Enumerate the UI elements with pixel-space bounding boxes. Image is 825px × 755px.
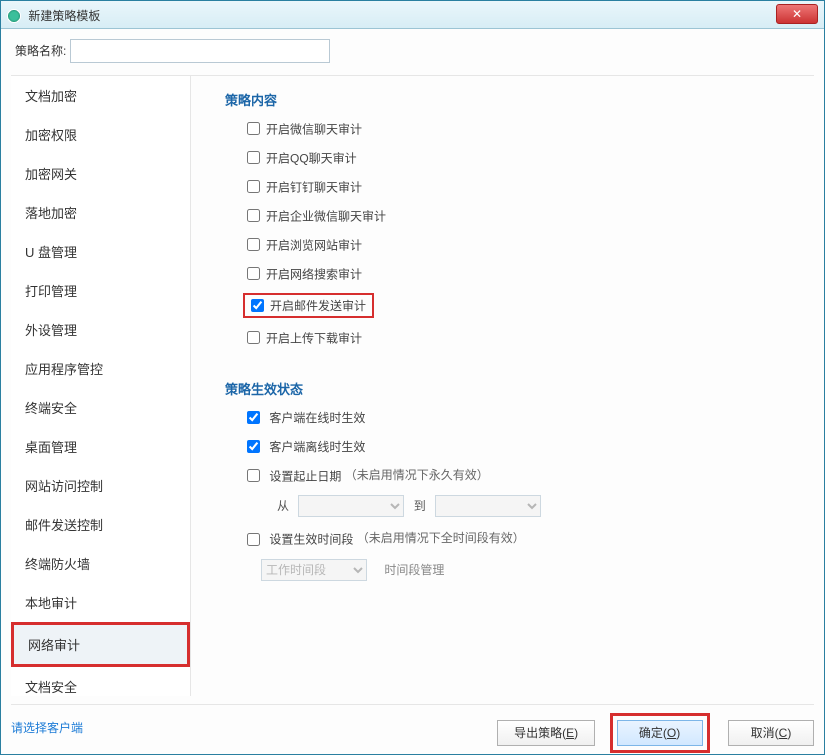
to-label: 到 xyxy=(414,499,426,513)
daterange-check[interactable] xyxy=(247,469,260,482)
policy-name-row: 策略名称: xyxy=(1,29,824,69)
eff-offline-label: 客户端离线时生效 xyxy=(269,440,365,454)
eff-online-check[interactable] xyxy=(247,411,260,424)
sidebar-item[interactable]: 外设管理 xyxy=(11,310,190,349)
section-content-title: 策略内容 xyxy=(225,90,804,109)
content-check[interactable] xyxy=(247,238,260,251)
content-check-label: 开启上传下载审计 xyxy=(266,331,362,345)
ok-button-highlight: 确定(O) xyxy=(610,713,710,753)
policy-name-input[interactable] xyxy=(70,39,330,63)
section-effect-title: 策略生效状态 xyxy=(225,379,804,398)
content-check-row: 开启邮件发送审计 xyxy=(243,293,804,318)
content-check[interactable] xyxy=(247,122,260,135)
timerange-note: （未启用情况下全时间段有效） xyxy=(357,531,525,545)
select-client-hint[interactable]: 请选择客户端 xyxy=(11,719,83,736)
content-check-row: 开启企业微信聊天审计 xyxy=(243,206,804,225)
sidebar-item[interactable]: 邮件发送控制 xyxy=(11,505,190,544)
sidebar-item[interactable]: 本地审计 xyxy=(11,583,190,622)
time-manage-link[interactable]: 时间段管理 xyxy=(384,563,444,577)
content-check[interactable] xyxy=(247,180,260,193)
sidebar-item[interactable]: 网站访问控制 xyxy=(11,466,190,505)
content-check-label: 开启微信聊天审计 xyxy=(266,122,362,136)
content-check-row: 开启网络搜索审计 xyxy=(243,264,804,283)
sidebar-item[interactable]: 加密权限 xyxy=(11,115,190,154)
content-check[interactable] xyxy=(247,209,260,222)
titlebar: 新建策略模板 ✕ xyxy=(1,1,824,29)
content-check[interactable] xyxy=(247,151,260,164)
from-label: 从 xyxy=(277,499,289,513)
content-check-row: 开启浏览网站审计 xyxy=(243,235,804,254)
window-title: 新建策略模板 xyxy=(28,9,100,23)
content-check-label: 开启钉钉聊天审计 xyxy=(266,180,362,194)
content-check-label: 开启企业微信聊天审计 xyxy=(266,209,386,223)
footer-buttons: 导出策略(E) 确定(O) 取消(C) xyxy=(483,713,814,753)
sidebar-item[interactable]: 终端安全 xyxy=(11,388,190,427)
timerange-line: 工作时间段 时间段管理 xyxy=(261,559,804,581)
sidebar-item[interactable]: 桌面管理 xyxy=(11,427,190,466)
sidebar-item[interactable]: U 盘管理 xyxy=(11,232,190,271)
category-sidebar[interactable]: 文档加密加密权限加密网关落地加密U 盘管理打印管理外设管理应用程序管控终端安全桌… xyxy=(11,76,191,696)
time-preset-select[interactable]: 工作时间段 xyxy=(261,559,367,581)
close-button[interactable]: ✕ xyxy=(776,4,818,24)
content-check[interactable] xyxy=(251,299,264,312)
sidebar-item[interactable]: 网络审计 xyxy=(11,622,190,667)
dialog-body: 文档加密加密权限加密网关落地加密U 盘管理打印管理外设管理应用程序管控终端安全桌… xyxy=(11,75,814,696)
sidebar-item[interactable]: 应用程序管控 xyxy=(11,349,190,388)
effective-block: 客户端在线时生效 客户端离线时生效 设置起止日期 （未启用情况下永久有效） 从 … xyxy=(225,408,804,581)
dialog-footer: 请选择客户端 导出策略(E) 确定(O) 取消(C) xyxy=(11,704,814,744)
content-check-label: 开启网络搜索审计 xyxy=(266,267,362,281)
content-check-label: 开启QQ聊天审计 xyxy=(266,151,357,165)
eff-offline-check[interactable] xyxy=(247,440,260,453)
app-icon xyxy=(7,9,21,23)
timerange-check[interactable] xyxy=(247,533,260,546)
from-date-select[interactable] xyxy=(298,495,404,517)
export-button[interactable]: 导出策略(E) xyxy=(497,720,595,746)
policy-name-label: 策略名称: xyxy=(15,44,66,58)
timerange-label: 设置生效时间段 xyxy=(269,533,353,547)
content-check-row: 开启上传下载审计 xyxy=(243,328,804,347)
daterange-label: 设置起止日期 xyxy=(269,469,341,483)
eff-online-label: 客户端在线时生效 xyxy=(269,411,365,425)
main-content: 策略内容 开启微信聊天审计开启QQ聊天审计开启钉钉聊天审计开启企业微信聊天审计开… xyxy=(201,76,814,696)
sidebar-item[interactable]: 落地加密 xyxy=(11,193,190,232)
content-check-label: 开启邮件发送审计 xyxy=(270,299,366,313)
cancel-button[interactable]: 取消(C) xyxy=(728,720,814,746)
content-check-row: 开启钉钉聊天审计 xyxy=(243,177,804,196)
daterange-line: 从 到 xyxy=(271,495,804,517)
content-check-row: 开启微信聊天审计 xyxy=(243,119,804,138)
sidebar-item[interactable]: 终端防火墙 xyxy=(11,544,190,583)
sidebar-item[interactable]: 打印管理 xyxy=(11,271,190,310)
dialog-window: 新建策略模板 ✕ 策略名称: 文档加密加密权限加密网关落地加密U 盘管理打印管理… xyxy=(0,0,825,755)
content-check[interactable] xyxy=(247,331,260,344)
sidebar-item[interactable]: 加密网关 xyxy=(11,154,190,193)
content-check[interactable] xyxy=(247,267,260,280)
sidebar-item[interactable]: 文档安全 xyxy=(11,667,190,696)
content-checks: 开启微信聊天审计开启QQ聊天审计开启钉钉聊天审计开启企业微信聊天审计开启浏览网站… xyxy=(225,119,804,347)
sidebar-item[interactable]: 文档加密 xyxy=(11,76,190,115)
content-check-label: 开启浏览网站审计 xyxy=(266,238,362,252)
ok-button[interactable]: 确定(O) xyxy=(617,720,703,746)
daterange-note: （未启用情况下永久有效） xyxy=(345,468,489,482)
to-date-select[interactable] xyxy=(435,495,541,517)
content-check-row: 开启QQ聊天审计 xyxy=(243,148,804,167)
